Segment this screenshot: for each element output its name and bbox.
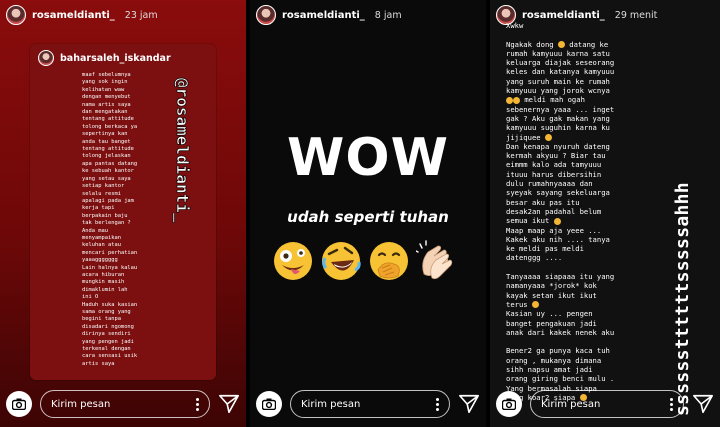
- message-input[interactable]: Kirim pesan: [290, 390, 450, 418]
- message-placeholder: Kirim pesan: [541, 398, 601, 410]
- story-timestamp: 23 jam: [124, 9, 158, 21]
- send-icon[interactable]: [458, 393, 480, 415]
- avatar[interactable]: [6, 5, 26, 25]
- story-panel-3: rosameldianti_ 29 menit Xwkw Ngakak dong…: [490, 0, 720, 427]
- story-long-text: Xwkw Ngakak dong datang ke rumah kamyuuu…: [506, 21, 674, 402]
- story-header: rosameldianti_ 8 jam: [256, 5, 402, 25]
- send-icon[interactable]: [218, 393, 240, 415]
- clapping-hands-emoji: [416, 240, 453, 280]
- headline-text: WOW: [287, 128, 449, 188]
- camera-button[interactable]: [496, 391, 522, 417]
- emoji-sticker: [513, 96, 520, 104]
- camera-button[interactable]: [256, 391, 282, 417]
- emoji-sticker: [557, 41, 565, 49]
- camera-icon: [502, 398, 516, 410]
- subtitle-text: udah seperti tuhan: [287, 208, 449, 226]
- story-username[interactable]: rosameldianti_: [522, 10, 605, 21]
- mention-text: @rosameldianti_: [173, 78, 193, 223]
- avatar[interactable]: [256, 5, 276, 25]
- message-placeholder: Kirim pesan: [51, 398, 111, 410]
- emoji-sticker: [544, 134, 552, 142]
- reply-bar: Kirim pesan: [6, 387, 240, 421]
- story-header: rosameldianti_ 23 jam: [6, 5, 158, 25]
- text-part-2: datang ke rumah kamyuuu karna satu kelua…: [506, 39, 615, 96]
- text-part-5: Maap maap aja yeee ... Kakek aku nih ...…: [506, 225, 615, 309]
- quoted-username: baharsaleh_iskandar: [60, 52, 171, 64]
- camera-icon: [262, 398, 276, 410]
- text-part-1: Xwkw Ngakak dong: [506, 21, 554, 49]
- zany-face-emoji: [274, 242, 312, 280]
- reply-bar: Kirim pesan: [496, 387, 714, 421]
- mention-sticker[interactable]: @rosameldianti_: [170, 78, 194, 248]
- story-username[interactable]: rosameldianti_: [282, 10, 365, 21]
- camera-icon: [12, 398, 26, 410]
- message-input[interactable]: Kirim pesan: [530, 390, 684, 418]
- text-part-3: meldi mah ogah sebenernya yaaa ... inget…: [506, 95, 615, 142]
- message-input[interactable]: Kirim pesan: [40, 390, 210, 418]
- text-part-4: Dan kenapa nyuruh dateng kermah akyuu ? …: [506, 141, 610, 226]
- quoted-avatar: [38, 50, 54, 66]
- quoted-post-header: baharsaleh_iskandar: [38, 50, 171, 66]
- emoji-sticker: [506, 96, 513, 104]
- rolling-laughing-emoji: [322, 242, 361, 280]
- emoji-sticker: [531, 301, 539, 309]
- reply-bar: Kirim pesan: [256, 387, 480, 421]
- story-timestamp: 8 jam: [374, 9, 402, 21]
- message-placeholder: Kirim pesan: [301, 398, 361, 410]
- more-options-icon[interactable]: [196, 397, 199, 411]
- story-username[interactable]: rosameldianti_: [32, 10, 115, 21]
- emoji-sticker: [553, 217, 561, 225]
- story-panel-2: rosameldianti_ 8 jam WOW udah seperti tu…: [250, 0, 486, 427]
- story-timestamp: 29 menit: [614, 9, 658, 21]
- send-icon[interactable]: [692, 393, 714, 415]
- story-panel-1: rosameldianti_ 23 jam baharsaleh_iskanda…: [0, 0, 246, 427]
- side-text-content: ssssssttttttsssssahhh: [672, 182, 693, 416]
- more-options-icon[interactable]: [436, 397, 439, 411]
- emoji-row: [272, 240, 458, 282]
- camera-button[interactable]: [6, 391, 32, 417]
- hand-over-mouth-emoji: [370, 242, 408, 280]
- more-options-icon[interactable]: [670, 397, 673, 411]
- side-text: ssssssttttttsssssahhh: [672, 28, 702, 418]
